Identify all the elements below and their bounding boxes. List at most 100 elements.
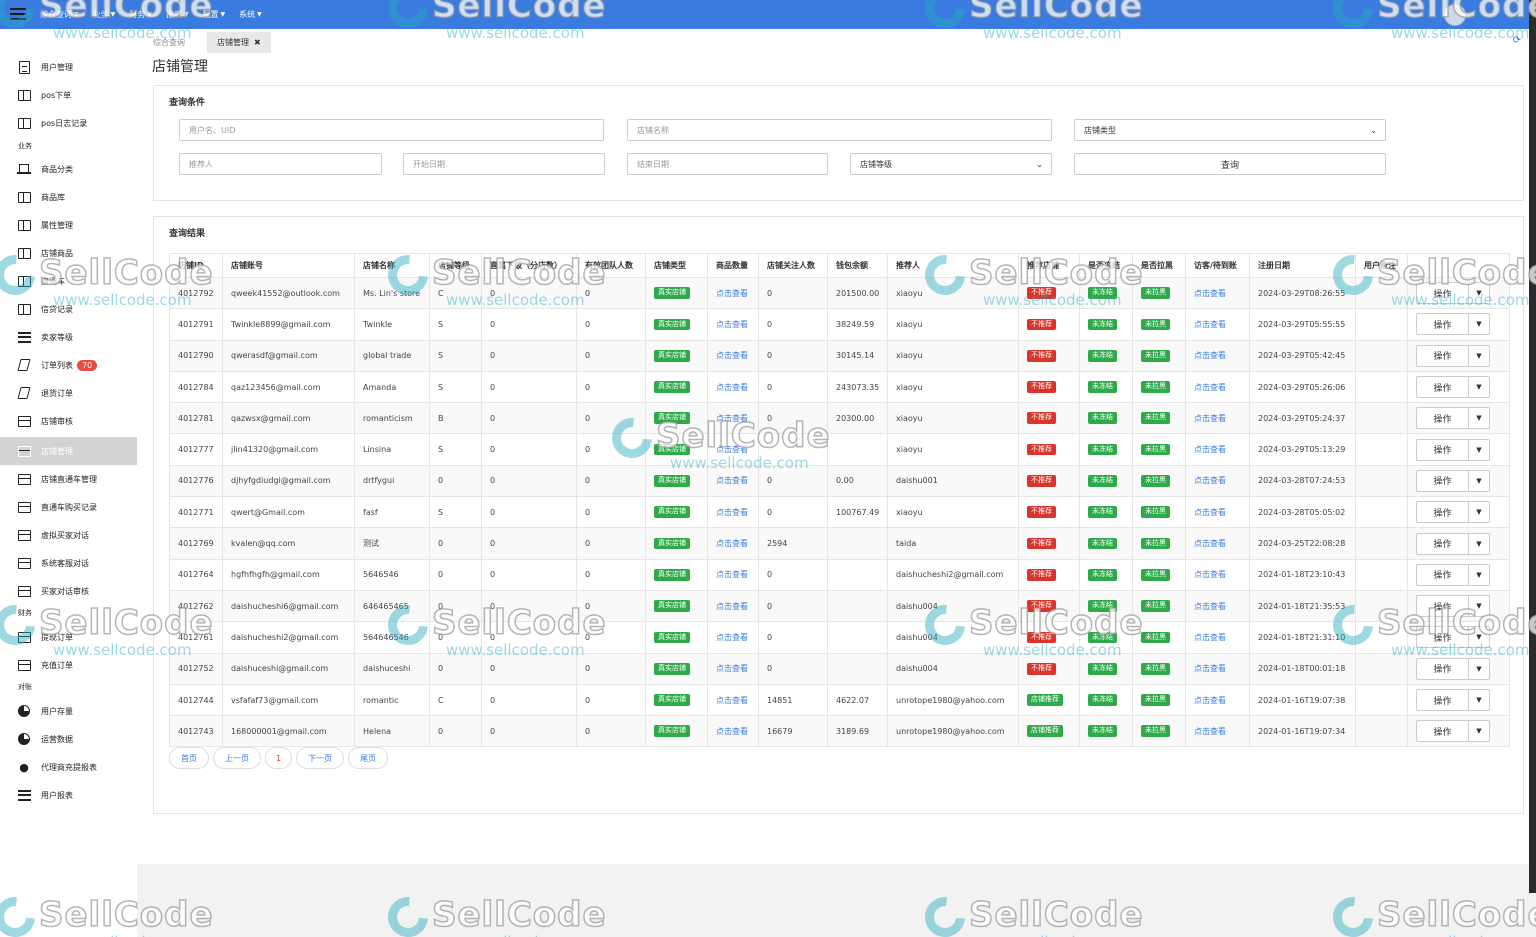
- frozen-badge[interactable]: 未冻结: [1088, 725, 1117, 738]
- frozen-badge[interactable]: 未冻结: [1088, 568, 1117, 581]
- frozen-badge[interactable]: 未冻结: [1088, 600, 1117, 612]
- action-dropdown-button[interactable]: 操作 ▼: [1416, 313, 1490, 336]
- view-goods-link[interactable]: 点击查看: [716, 414, 748, 423]
- view-visitor-link[interactable]: 点击查看: [1194, 508, 1226, 517]
- action-dropdown-button[interactable]: 操作 ▼: [1416, 657, 1490, 680]
- col-goods[interactable]: 商品数量: [707, 253, 759, 278]
- sidebar-item-user-report[interactable]: 用户报表: [0, 781, 137, 809]
- blacklist-badge[interactable]: 未拉黑: [1141, 475, 1170, 487]
- view-visitor-link[interactable]: 点击查看: [1194, 633, 1226, 642]
- action-label[interactable]: 操作: [1417, 721, 1469, 742]
- view-visitor-link[interactable]: 点击查看: [1194, 664, 1226, 673]
- sidebar-item-agent-report[interactable]: ● 代理商充提报表: [0, 753, 137, 781]
- view-goods-link[interactable]: 点击查看: [716, 664, 748, 673]
- action-dropdown-button[interactable]: 操作 ▼: [1416, 595, 1490, 618]
- topnav-finance[interactable]: 财务 ▼: [129, 9, 152, 20]
- action-label[interactable]: 操作: [1417, 283, 1469, 304]
- recommend-badge[interactable]: 不推荐: [1027, 537, 1056, 550]
- view-goods-link[interactable]: 点击查看: [716, 633, 748, 642]
- topnav-config[interactable]: 配置 ▼: [203, 9, 226, 20]
- end-date-input[interactable]: 结束日期: [627, 153, 828, 175]
- col-followers[interactable]: 店铺关注人数: [758, 253, 828, 278]
- caret-down-icon[interactable]: ▼: [1469, 440, 1489, 460]
- current-page-button[interactable]: 1: [265, 747, 293, 769]
- prev-page-button[interactable]: 上一页: [213, 747, 261, 769]
- recommend-badge[interactable]: 不推荐: [1027, 662, 1056, 675]
- next-page-button[interactable]: 下一页: [296, 747, 345, 769]
- frozen-badge[interactable]: 未冻结: [1088, 349, 1117, 362]
- sidebar-item-user-stock[interactable]: 用户存量: [0, 697, 137, 725]
- caret-down-icon[interactable]: ▼: [1469, 690, 1489, 710]
- sidebar-item-express[interactable]: 直通车: [0, 267, 137, 295]
- sidebar-item-seller-level[interactable]: 卖家等级: [0, 323, 137, 351]
- caret-down-icon[interactable]: ▼: [1469, 283, 1489, 303]
- recommend-badge[interactable]: 不推荐: [1027, 568, 1056, 581]
- view-visitor-link[interactable]: 点击查看: [1194, 539, 1226, 548]
- caret-down-icon[interactable]: ▼: [1469, 502, 1489, 522]
- frozen-badge[interactable]: 未冻结: [1088, 412, 1117, 425]
- view-goods-link[interactable]: 点击查看: [716, 696, 748, 705]
- caret-down-icon[interactable]: ▼: [1469, 534, 1489, 554]
- view-goods-link[interactable]: 点击查看: [716, 508, 748, 517]
- frozen-badge[interactable]: 未冻结: [1088, 318, 1117, 331]
- last-page-button[interactable]: 尾页: [348, 747, 389, 769]
- action-label[interactable]: 操作: [1417, 345, 1469, 366]
- sidebar-item-virtual-chat[interactable]: 虚拟买家对话: [0, 521, 137, 549]
- view-goods-link[interactable]: 点击查看: [716, 289, 748, 298]
- frozen-badge[interactable]: 未冻结: [1088, 694, 1117, 706]
- topnav-business[interactable]: 业务 ▼: [93, 9, 116, 20]
- topnav-report[interactable]: 报表 ▼: [166, 9, 189, 20]
- col-team[interactable]: 有效团队人数: [576, 253, 646, 278]
- view-visitor-link[interactable]: 点击查看: [1194, 570, 1226, 579]
- action-dropdown-button[interactable]: 操作 ▼: [1416, 501, 1490, 524]
- frozen-badge[interactable]: 未冻结: [1088, 443, 1117, 456]
- caret-down-icon[interactable]: ▼: [1469, 565, 1489, 585]
- action-label[interactable]: 操作: [1417, 314, 1469, 335]
- recommend-badge[interactable]: 不推荐: [1027, 287, 1056, 299]
- recommend-badge[interactable]: 店铺推荐: [1027, 725, 1063, 738]
- action-label[interactable]: 操作: [1417, 408, 1469, 429]
- action-dropdown-button[interactable]: 操作 ▼: [1416, 532, 1490, 555]
- sidebar-item-chat-audit[interactable]: 买家对话审核: [0, 577, 137, 605]
- recommend-badge[interactable]: 不推荐: [1027, 600, 1056, 612]
- blacklist-badge[interactable]: 未拉黑: [1141, 443, 1170, 456]
- avatar[interactable]: [1444, 4, 1466, 26]
- action-label[interactable]: 操作: [1417, 533, 1469, 554]
- recommend-badge[interactable]: 不推荐: [1027, 506, 1056, 519]
- refresh-icon[interactable]: ⟳: [1513, 35, 1521, 46]
- col-recommend[interactable]: 推荐店铺: [1018, 253, 1080, 278]
- col-date[interactable]: 注册日期: [1249, 253, 1356, 278]
- sidebar-item-attribute[interactable]: 属性管理: [0, 211, 137, 239]
- blacklist-badge[interactable]: 未拉黑: [1141, 287, 1170, 299]
- blacklist-badge[interactable]: 未拉黑: [1141, 412, 1170, 425]
- col-referrer[interactable]: 推荐人: [887, 253, 1019, 278]
- blacklist-badge[interactable]: 未拉黑: [1141, 568, 1170, 581]
- sidebar-item-user-manage[interactable]: 用户管理: [0, 53, 137, 81]
- start-date-input[interactable]: 开始日期: [403, 153, 605, 175]
- view-goods-link[interactable]: 点击查看: [716, 539, 748, 548]
- recommend-badge[interactable]: 不推荐: [1027, 318, 1056, 331]
- frozen-badge[interactable]: 未冻结: [1088, 662, 1117, 675]
- col-level[interactable]: 店铺等级: [429, 253, 482, 278]
- view-visitor-link[interactable]: 点击查看: [1194, 414, 1226, 423]
- caret-down-icon[interactable]: ▼: [1469, 596, 1489, 616]
- action-dropdown-button[interactable]: 操作 ▼: [1416, 469, 1490, 492]
- caret-down-icon[interactable]: ▼: [1469, 314, 1489, 334]
- view-goods-link[interactable]: 点击查看: [716, 602, 748, 611]
- action-dropdown-button[interactable]: 操作 ▼: [1416, 376, 1490, 399]
- sidebar-item-returns[interactable]: 退货订单: [0, 379, 137, 407]
- col-sub[interactable]: 直属下级（分店数）: [481, 253, 577, 278]
- recommender-input[interactable]: 推荐人: [179, 153, 382, 175]
- blacklist-badge[interactable]: 未拉黑: [1141, 537, 1170, 550]
- recommend-badge[interactable]: 不推荐: [1027, 443, 1056, 456]
- frozen-badge[interactable]: 未冻结: [1088, 631, 1117, 644]
- blacklist-badge[interactable]: 未拉黑: [1141, 725, 1170, 738]
- caret-down-icon[interactable]: ▼: [1469, 346, 1489, 366]
- topnav-system[interactable]: 系统 ▼: [239, 9, 262, 20]
- blacklist-badge[interactable]: 未拉黑: [1141, 662, 1170, 675]
- action-dropdown-button[interactable]: 操作 ▼: [1416, 344, 1490, 367]
- action-label[interactable]: 操作: [1417, 627, 1469, 648]
- shop-type-select[interactable]: 店铺类型 ⌄: [1074, 119, 1386, 141]
- col-shop-id[interactable]: 店铺ID: [169, 253, 223, 278]
- view-goods-link[interactable]: 点击查看: [716, 727, 748, 736]
